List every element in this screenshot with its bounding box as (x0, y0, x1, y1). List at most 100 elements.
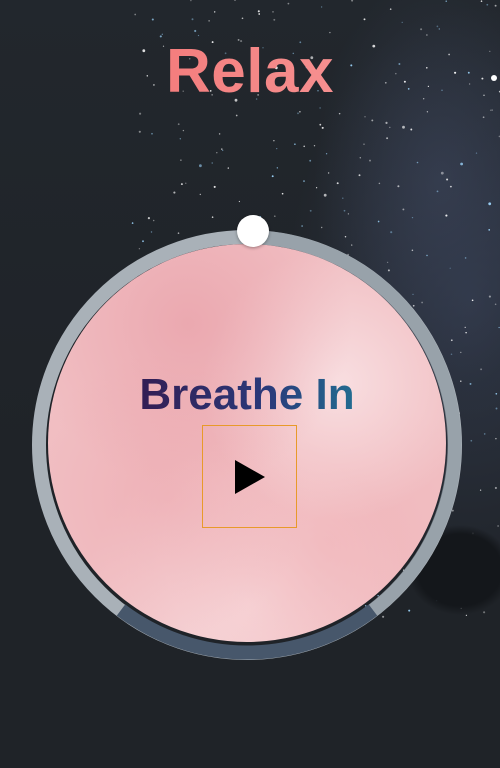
star (151, 132, 153, 135)
star (234, 0, 236, 1)
star (222, 149, 224, 152)
star (299, 111, 301, 113)
star (151, 18, 154, 21)
star (397, 185, 400, 188)
star (449, 185, 452, 188)
star (139, 112, 142, 115)
star (445, 214, 448, 217)
star (369, 159, 371, 162)
star (426, 111, 429, 113)
star (180, 183, 183, 186)
star (329, 31, 331, 34)
star (185, 182, 187, 184)
star (479, 489, 482, 491)
star (297, 112, 299, 115)
star (436, 25, 439, 28)
star (241, 17, 244, 20)
star (495, 392, 498, 395)
star (276, 147, 278, 150)
star (319, 123, 322, 126)
star (303, 180, 305, 183)
star (309, 209, 312, 212)
star (272, 11, 274, 13)
star (363, 143, 365, 145)
star (179, 138, 181, 140)
star (208, 20, 210, 22)
star (301, 225, 303, 227)
star (182, 129, 185, 132)
star (495, 407, 498, 410)
star (303, 145, 306, 148)
star (371, 119, 374, 122)
star (446, 178, 449, 181)
star (460, 162, 463, 166)
star (320, 6, 323, 8)
star (342, 197, 344, 199)
star (347, 213, 350, 215)
star (319, 107, 321, 109)
star (213, 185, 216, 188)
star (495, 437, 497, 440)
star (336, 182, 339, 185)
star (199, 193, 201, 196)
star (191, 18, 194, 21)
star (420, 28, 423, 31)
star (238, 200, 241, 203)
progress-knob[interactable] (237, 215, 269, 247)
star (199, 164, 202, 168)
star (321, 126, 324, 129)
star (401, 21, 403, 24)
star (465, 331, 467, 334)
star (464, 326, 466, 329)
star (131, 222, 134, 224)
breath-phase-label: Breathe In (48, 370, 446, 420)
star (258, 13, 261, 15)
star (180, 159, 182, 161)
star (358, 174, 361, 177)
star (389, 126, 391, 129)
star (469, 382, 472, 385)
star (173, 191, 176, 194)
star (402, 208, 405, 211)
star (194, 29, 197, 33)
star (494, 303, 497, 306)
star (152, 219, 155, 222)
star (491, 109, 493, 111)
star (161, 33, 163, 35)
star (436, 190, 439, 193)
star (316, 187, 318, 189)
star (351, 0, 354, 2)
star (177, 123, 180, 126)
star (213, 11, 216, 13)
star (190, 0, 192, 2)
star (440, 171, 444, 175)
play-button[interactable] (202, 425, 297, 528)
star (271, 175, 274, 178)
star (402, 125, 405, 129)
star (364, 116, 366, 118)
star (338, 112, 341, 115)
star (325, 153, 328, 155)
star (343, 209, 346, 212)
star (281, 192, 284, 195)
star (359, 157, 361, 159)
star (488, 229, 491, 231)
star (276, 167, 278, 169)
star (494, 4, 497, 7)
star (386, 137, 389, 140)
star (227, 167, 229, 169)
star (377, 220, 380, 223)
star (221, 148, 223, 150)
star (363, 18, 366, 21)
star (287, 2, 290, 5)
star (257, 10, 260, 13)
star (416, 161, 419, 164)
star (411, 216, 414, 219)
star (313, 145, 316, 147)
star (235, 114, 238, 117)
star (211, 162, 213, 164)
star (147, 217, 150, 220)
app-title: Relax (0, 36, 500, 107)
star (294, 143, 296, 145)
star (385, 121, 388, 124)
